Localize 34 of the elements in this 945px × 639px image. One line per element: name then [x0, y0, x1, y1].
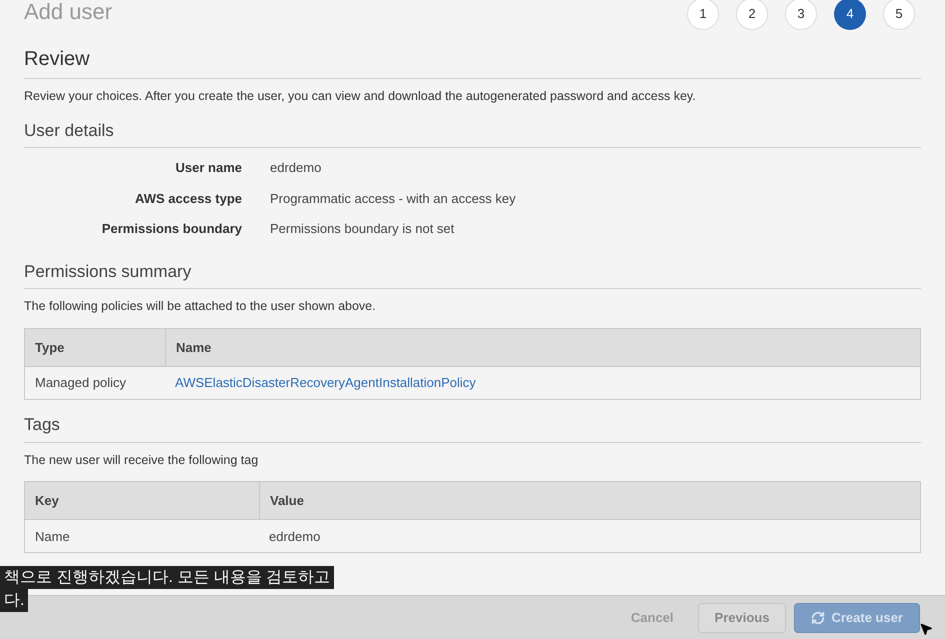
field-label: Permissions boundary [100, 220, 242, 238]
section-title: Review [24, 44, 921, 79]
section-title: Tags [24, 412, 921, 442]
step-indicator: 3 [785, 0, 817, 30]
subtitle: 다. [0, 589, 28, 612]
field-value: edrdemo [270, 159, 322, 178]
step-indicator: 2 [736, 0, 768, 30]
cursor-icon [919, 622, 933, 636]
section-description: The following policies will be attached to the user shown above. [24, 298, 377, 316]
step-indicator: 1 [687, 0, 719, 30]
step-indicator: 5 [883, 0, 915, 30]
field-label: AWS access type [134, 190, 242, 208]
column-header: Type [34, 338, 66, 357]
column-header: Value [259, 482, 920, 520]
table-cell-text: edrdemo [268, 528, 322, 546]
section-title: User details [24, 118, 921, 148]
field-label: User name [174, 159, 242, 178]
subtitle: 책으로 진행하겠습니다. 모든 내용을 검토하고 [0, 566, 334, 589]
field-value: Programmatic access - with an access key [270, 190, 516, 208]
spinner-icon [811, 610, 826, 624]
section-title: Permissions summary [24, 258, 921, 290]
step-indicator: 4 [834, 0, 866, 30]
previous-button[interactable]: Previous [698, 602, 786, 632]
table-cell-text: Managed policy [34, 374, 128, 392]
create-button[interactable]: Create user [794, 602, 920, 632]
section-description: The new user will receive the following tag [24, 452, 260, 469]
column-header: Name [165, 329, 920, 366]
policy-link[interactable]: AWSElasticDisasterRecoveryAgentInstallationPolicy [165, 373, 920, 393]
cancel-link[interactable]: Cancel [614, 602, 690, 632]
column-header: Key [34, 492, 60, 510]
field-value: Permissions boundary is not set [270, 220, 454, 238]
review-description: Review your choices. After you create the user, you can view and download the autogenerated password and access key. [24, 88, 697, 105]
page-title: Add user [24, 0, 112, 24]
table-cell-text: Name [34, 528, 71, 546]
